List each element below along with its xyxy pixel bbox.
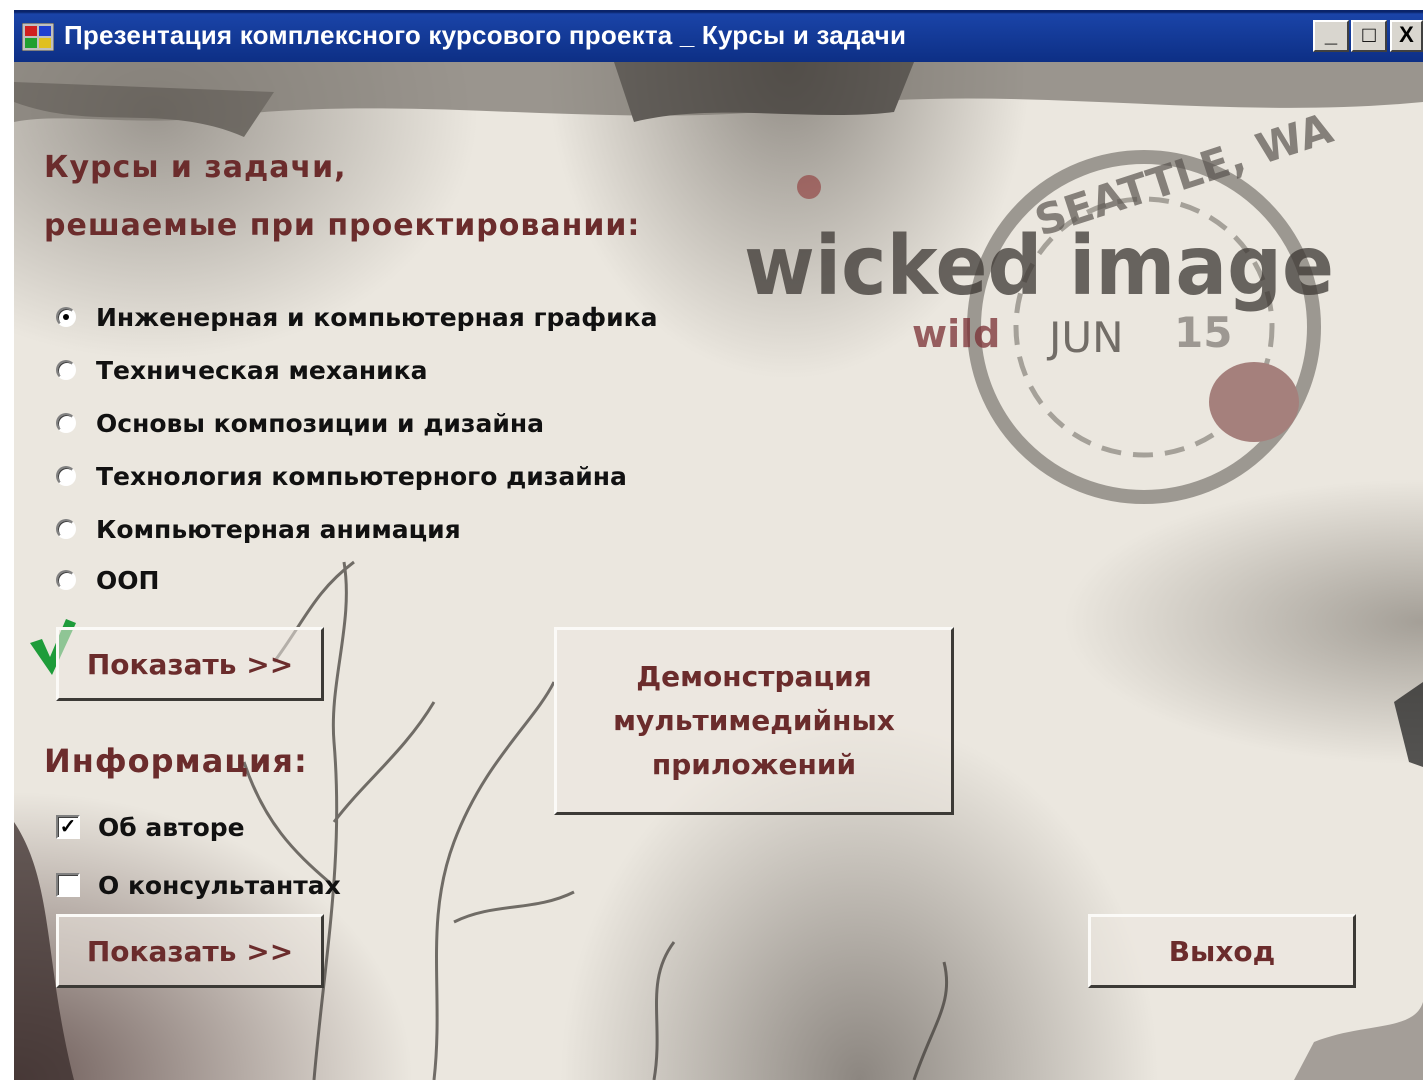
window-title: Презентация комплексного курсового проек…	[64, 20, 907, 50]
info-option-author[interactable]: ✓ Об авторе	[56, 807, 245, 847]
maximize-button[interactable]: □	[1351, 20, 1387, 52]
info-option-label: Об авторе	[98, 812, 245, 842]
course-option-technical-mechanics[interactable]: Техническая механика	[56, 350, 427, 390]
course-option-label: Компьютерная анимация	[96, 514, 461, 544]
stamp-wild: wild	[912, 312, 1000, 356]
courses-heading-line2: решаемые при проектировании:	[44, 208, 641, 243]
info-option-label: О консультантах	[98, 870, 341, 900]
radio-button[interactable]	[56, 519, 76, 539]
radio-button[interactable]	[56, 570, 76, 590]
show-info-button[interactable]: Показать >>	[56, 914, 324, 988]
course-option-computer-design-tech[interactable]: Технология компьютерного дизайна	[56, 456, 627, 496]
course-option-label: Техническая механика	[96, 355, 428, 385]
show-course-button[interactable]: Показать >>	[56, 627, 324, 701]
course-option-label: Инженерная и компьютерная графика	[96, 302, 658, 332]
radio-button-selected[interactable]	[56, 307, 76, 327]
course-option-oop[interactable]: ООП	[56, 560, 159, 600]
minimize-button[interactable]: _	[1313, 20, 1349, 52]
multimedia-demo-button[interactable]: Демонстрация мультимедийных приложений	[554, 627, 954, 815]
courses-heading-line1: Курсы и задачи,	[44, 150, 347, 185]
title-bar[interactable]: Презентация комплексного курсового проек…	[14, 10, 1423, 62]
app-window: Презентация комплексного курсового проек…	[14, 10, 1423, 1080]
stamp-wicked-image: wicked image	[744, 219, 1334, 314]
course-option-label: Основы композиции и дизайна	[96, 408, 544, 438]
info-heading: Информация:	[44, 742, 308, 780]
radio-button[interactable]	[56, 466, 76, 486]
info-option-consultants[interactable]: О консультантах	[56, 865, 341, 905]
radio-button[interactable]	[56, 413, 76, 433]
radio-button[interactable]	[56, 360, 76, 380]
stamp-day: 15	[1174, 308, 1232, 357]
stamp-month: JUN	[1046, 313, 1124, 362]
course-option-computer-animation[interactable]: Компьютерная анимация	[56, 509, 461, 549]
course-option-composition-design[interactable]: Основы композиции и дизайна	[56, 403, 544, 443]
app-icon	[22, 23, 54, 51]
checkbox-checked-icon[interactable]: ✓	[56, 815, 80, 839]
close-button[interactable]: X	[1390, 20, 1423, 52]
main-panel: SEATTLE, WA wicked image wild JUN 15 Кур…	[14, 62, 1423, 1080]
course-option-label: ООП	[96, 565, 160, 595]
exit-button[interactable]: Выход	[1088, 914, 1356, 988]
course-option-engineering-graphics[interactable]: Инженерная и компьютерная графика	[56, 297, 657, 337]
checkbox-icon[interactable]	[56, 873, 80, 897]
course-option-label: Технология компьютерного дизайна	[96, 461, 627, 491]
